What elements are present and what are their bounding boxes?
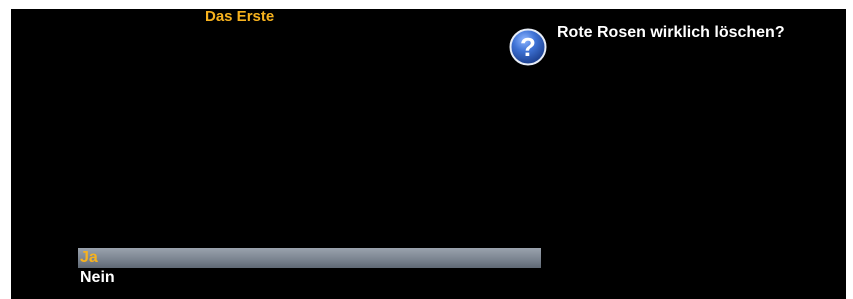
confirm-question: Rote Rosen wirklich löschen? [557, 24, 785, 41]
choice-yes[interactable]: Ja [78, 248, 541, 268]
channel-name: Das Erste [205, 9, 275, 25]
choice-no[interactable]: Nein [78, 268, 541, 288]
question-icon: ? [509, 28, 547, 66]
choice-list: Ja Nein [78, 248, 541, 288]
svg-text:?: ? [520, 32, 536, 62]
tv-screen: Das Erste ? Rote Rosen wirklich löschen?… [11, 9, 846, 299]
